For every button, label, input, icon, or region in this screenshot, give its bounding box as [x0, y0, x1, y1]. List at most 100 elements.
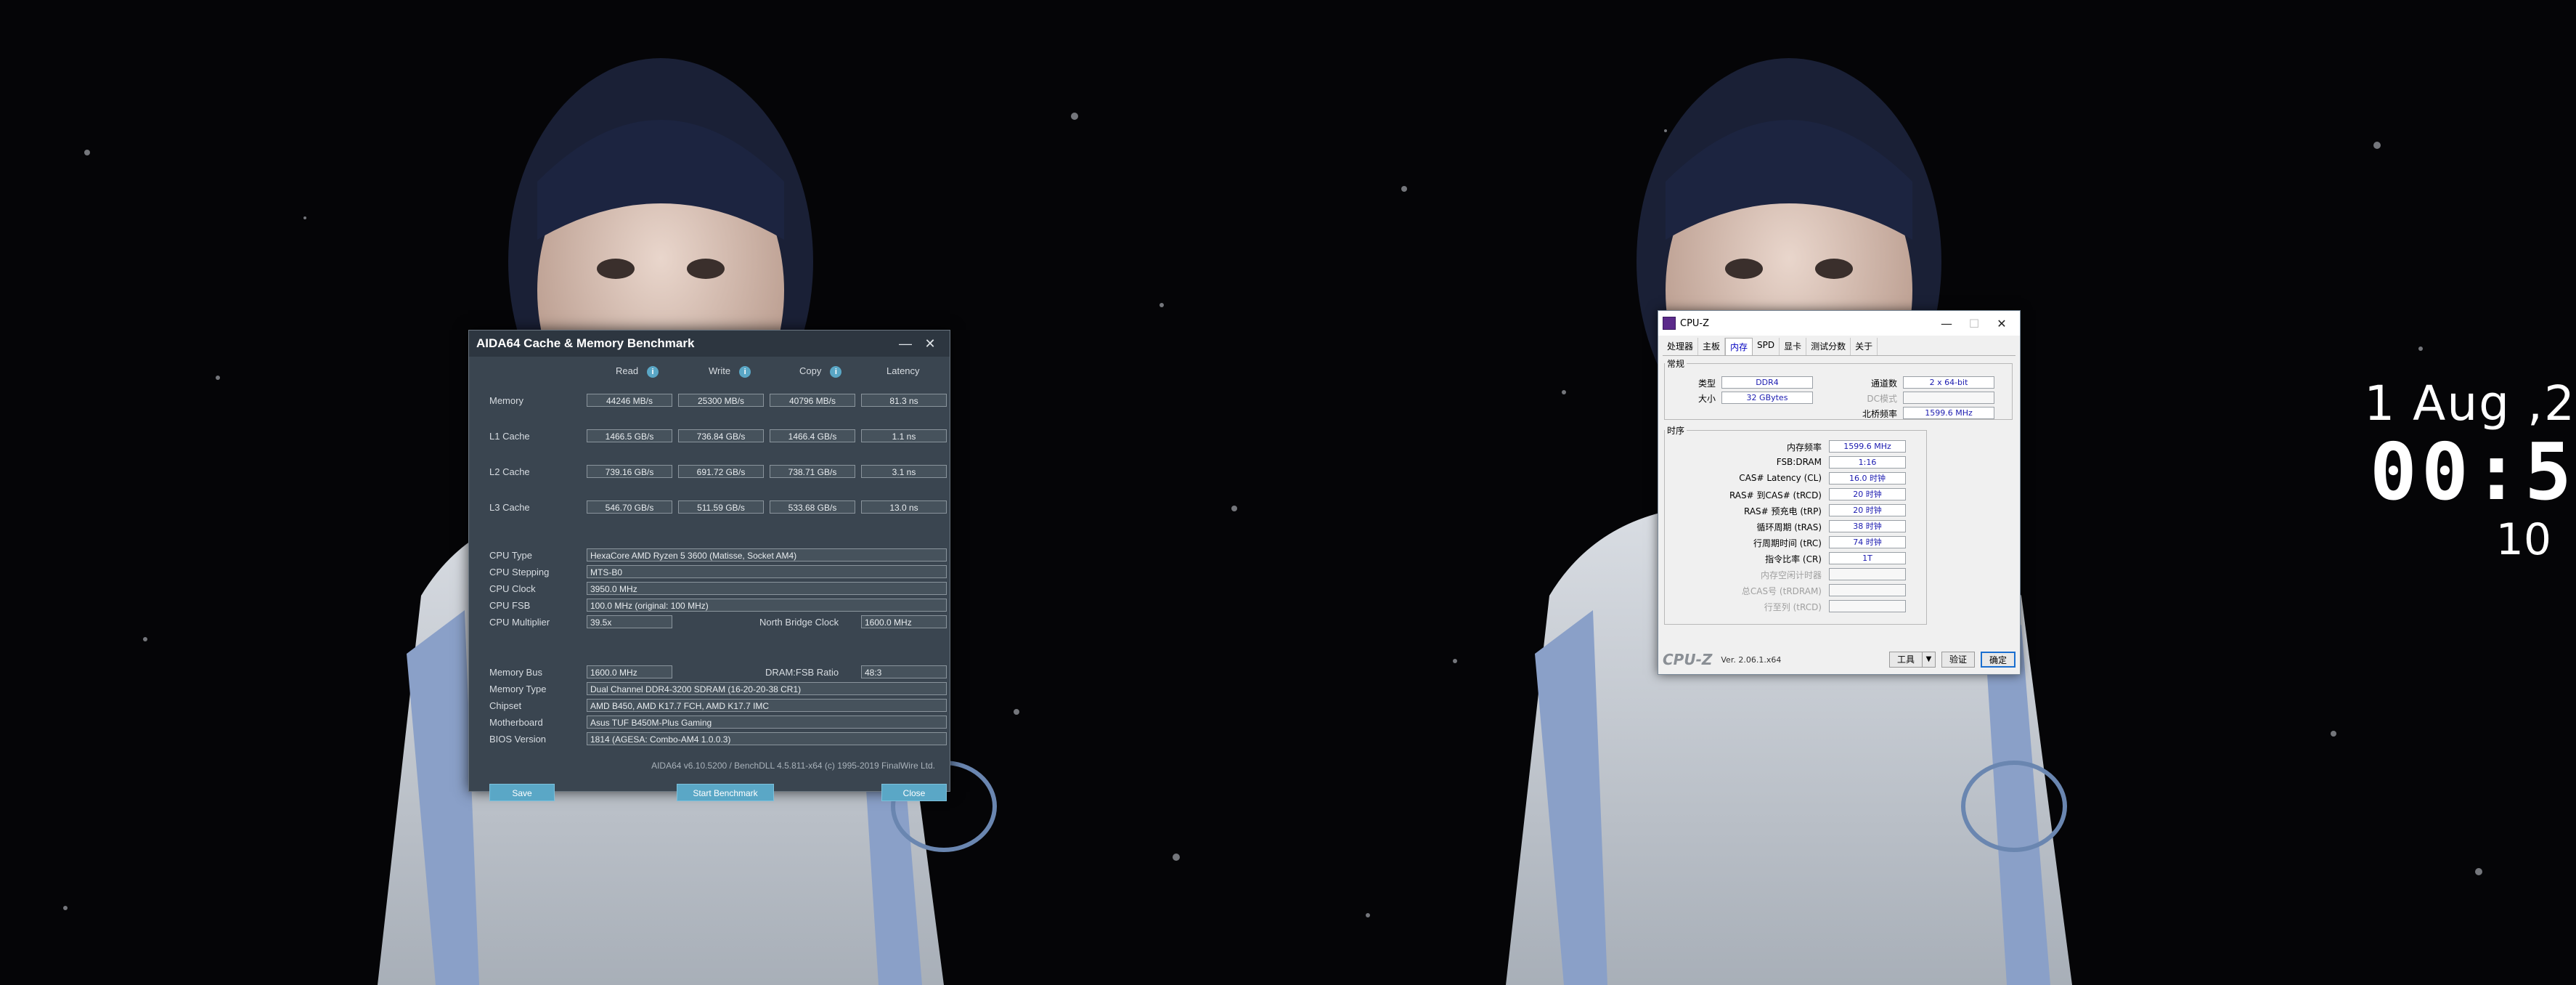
info-icon[interactable]: i: [830, 366, 842, 378]
chipset-label: Chipset: [489, 700, 522, 711]
dc-mode-label: DC模式: [1867, 394, 1897, 404]
nb-freq-label: 北桥频率: [1862, 409, 1897, 419]
timing-label: RAS# 到CAS# (tRCD): [1729, 490, 1822, 500]
memory-type-row: Memory Type Dual Channel DDR4-3200 SDRAM…: [484, 681, 947, 696]
write-header: Write i: [709, 365, 751, 378]
bench-row-memory: Memory 44246 MB/s 25300 MB/s 40796 MB/s …: [484, 393, 947, 408]
memory-bus-row: Memory Bus 1600.0 MHz DRAM:FSB Ratio 48:…: [484, 665, 947, 679]
start-benchmark-button[interactable]: Start Benchmark: [677, 784, 774, 801]
cpu-multiplier-value: 39.5x: [587, 615, 672, 628]
bench-row-l2: L2 Cache 739.16 GB/s 691.72 GB/s 738.71 …: [484, 464, 947, 479]
timings-legend: 时序: [1667, 426, 1685, 436]
validate-button[interactable]: 验证: [1941, 652, 1975, 668]
channels-value: 2 x 64-bit: [1903, 376, 1994, 389]
timing-value: 1:16: [1829, 456, 1906, 469]
tab-cpu[interactable]: 处理器: [1663, 338, 1699, 355]
timing-value: 16.0 时钟: [1829, 472, 1906, 485]
cpu-fsb-value: 100.0 MHz (original: 100 MHz): [587, 599, 947, 612]
aida64-window[interactable]: AIDA64 Cache & Memory Benchmark — ✕ Read…: [468, 330, 950, 801]
write-header-label: Write: [709, 365, 731, 376]
ok-button[interactable]: 确定: [1980, 652, 2015, 668]
tab-mainboard[interactable]: 主板: [1698, 338, 1726, 355]
tab-bench[interactable]: 测试分数: [1806, 338, 1851, 355]
copy-value: 738.71 GB/s: [770, 465, 855, 478]
tab-memory[interactable]: 内存: [1725, 338, 1753, 355]
chevron-down-icon[interactable]: ▼: [1922, 652, 1936, 668]
general-legend: 常规: [1667, 359, 1685, 369]
nb-clock-label: North Bridge Clock: [759, 616, 839, 628]
timing-label: 总CAS号 (tRDRAM): [1741, 586, 1822, 596]
tab-about[interactable]: 关于: [1851, 338, 1878, 355]
motherboard-value: Asus TUF B450M-Plus Gaming: [587, 716, 947, 729]
memory-type-label: Memory Type: [489, 683, 547, 694]
nb-clock-value: 1600.0 MHz: [861, 615, 947, 628]
dram-ratio-value: 48:3: [861, 665, 947, 678]
latency-value: 1.1 ns: [861, 429, 947, 442]
timing-value: [1829, 600, 1906, 612]
timing-label: 行周期时间 (tRC): [1753, 538, 1822, 548]
write-value: 691.72 GB/s: [678, 465, 764, 478]
chipset-row: Chipset AMD B450, AMD K17.7 FCH, AMD K17…: [484, 698, 947, 713]
motherboard-row: Motherboard Asus TUF B450M-Plus Gaming: [484, 715, 947, 729]
cpu-clock-row: CPU Clock 3950.0 MHz: [484, 581, 947, 596]
dc-mode-value: [1903, 392, 1994, 404]
copy-header-label: Copy: [799, 365, 822, 376]
cpu-fsb-label: CPU FSB: [489, 599, 531, 611]
aida64-titlebar[interactable]: AIDA64 Cache & Memory Benchmark — ✕: [469, 331, 950, 357]
cpuz-title: CPU-Z: [1680, 317, 1710, 329]
channels-label: 通道数: [1870, 378, 1897, 389]
timing-label: CAS# Latency (CL): [1739, 473, 1822, 483]
close-button[interactable]: Close: [881, 784, 947, 801]
cpuz-window[interactable]: CPU-Z — ☐ ✕ 处理器 主板 内存 SPD 显卡 测试分数 关于 常规 …: [1658, 310, 2021, 675]
cpu-stepping-row: CPU Stepping MTS-B0: [484, 564, 947, 579]
minimize-button[interactable]: —: [1933, 317, 1960, 331]
read-value: 546.70 GB/s: [587, 500, 672, 514]
clock-subtext: 10: [2495, 514, 2551, 565]
clock-date: 1 Aug ,2: [2364, 376, 2576, 431]
mem-type-label: 类型: [1697, 378, 1716, 389]
memory-type-value: Dual Channel DDR4-3200 SDRAM (16-20-20-3…: [587, 682, 947, 695]
copy-value: 40796 MB/s: [770, 394, 855, 407]
timing-label: FSB:DRAM: [1776, 457, 1822, 467]
nb-freq-value: 1599.6 MHz: [1903, 407, 1994, 419]
cpu-stepping-label: CPU Stepping: [489, 566, 550, 577]
tools-button[interactable]: 工具: [1888, 652, 1923, 668]
latency-value: 81.3 ns: [861, 394, 947, 407]
timing-label: 内存频率: [1786, 442, 1822, 453]
cpuz-titlebar[interactable]: CPU-Z — ☐ ✕: [1658, 311, 2020, 336]
row-label: Memory: [489, 394, 523, 406]
chipset-value: AMD B450, AMD K17.7 FCH, AMD K17.7 IMC: [587, 699, 947, 712]
cpu-multiplier-row: CPU Multiplier 39.5x North Bridge Clock …: [484, 615, 947, 629]
timing-label: 循环周期 (tRAS): [1756, 522, 1822, 532]
cpuz-app-icon: [1663, 317, 1676, 330]
latency-header: Latency: [886, 365, 920, 376]
timing-label: 指令比率 (CR): [1765, 554, 1822, 564]
timing-value: 1T: [1829, 552, 1906, 564]
cpu-clock-label: CPU Clock: [489, 583, 536, 594]
bench-row-l1: L1 Cache 1466.5 GB/s 736.84 GB/s 1466.4 …: [484, 429, 947, 443]
info-icon[interactable]: i: [739, 366, 751, 378]
write-value: 25300 MB/s: [678, 394, 764, 407]
tab-graphics[interactable]: 显卡: [1780, 338, 1807, 355]
timing-label: 内存空闲计时器: [1760, 570, 1822, 580]
cpu-clock-value: 3950.0 MHz: [587, 582, 947, 595]
close-icon[interactable]: ✕: [918, 336, 942, 352]
latency-value: 3.1 ns: [861, 465, 947, 478]
timing-value: 38 时钟: [1829, 520, 1906, 532]
write-value: 511.59 GB/s: [678, 500, 764, 514]
cpu-type-row: CPU Type HexaCore AMD Ryzen 5 3600 (Mati…: [484, 548, 947, 562]
info-icon[interactable]: i: [647, 366, 659, 378]
clock-time: 00:5: [2369, 427, 2576, 518]
copy-header: Copy i: [799, 365, 842, 378]
tab-spd[interactable]: SPD: [1753, 338, 1780, 355]
cpuz-version: Ver. 2.06.1.x64: [1721, 654, 1782, 665]
save-button[interactable]: Save: [489, 784, 555, 801]
close-icon[interactable]: ✕: [1988, 317, 2015, 331]
read-header: Read i: [616, 365, 659, 378]
bench-row-l3: L3 Cache 546.70 GB/s 511.59 GB/s 533.68 …: [484, 500, 947, 514]
maximize-button: ☐: [1968, 316, 1980, 331]
cpu-fsb-row: CPU FSB 100.0 MHz (original: 100 MHz): [484, 598, 947, 612]
minimize-button[interactable]: —: [893, 336, 918, 352]
read-value: 44246 MB/s: [587, 394, 672, 407]
write-value: 736.84 GB/s: [678, 429, 764, 442]
